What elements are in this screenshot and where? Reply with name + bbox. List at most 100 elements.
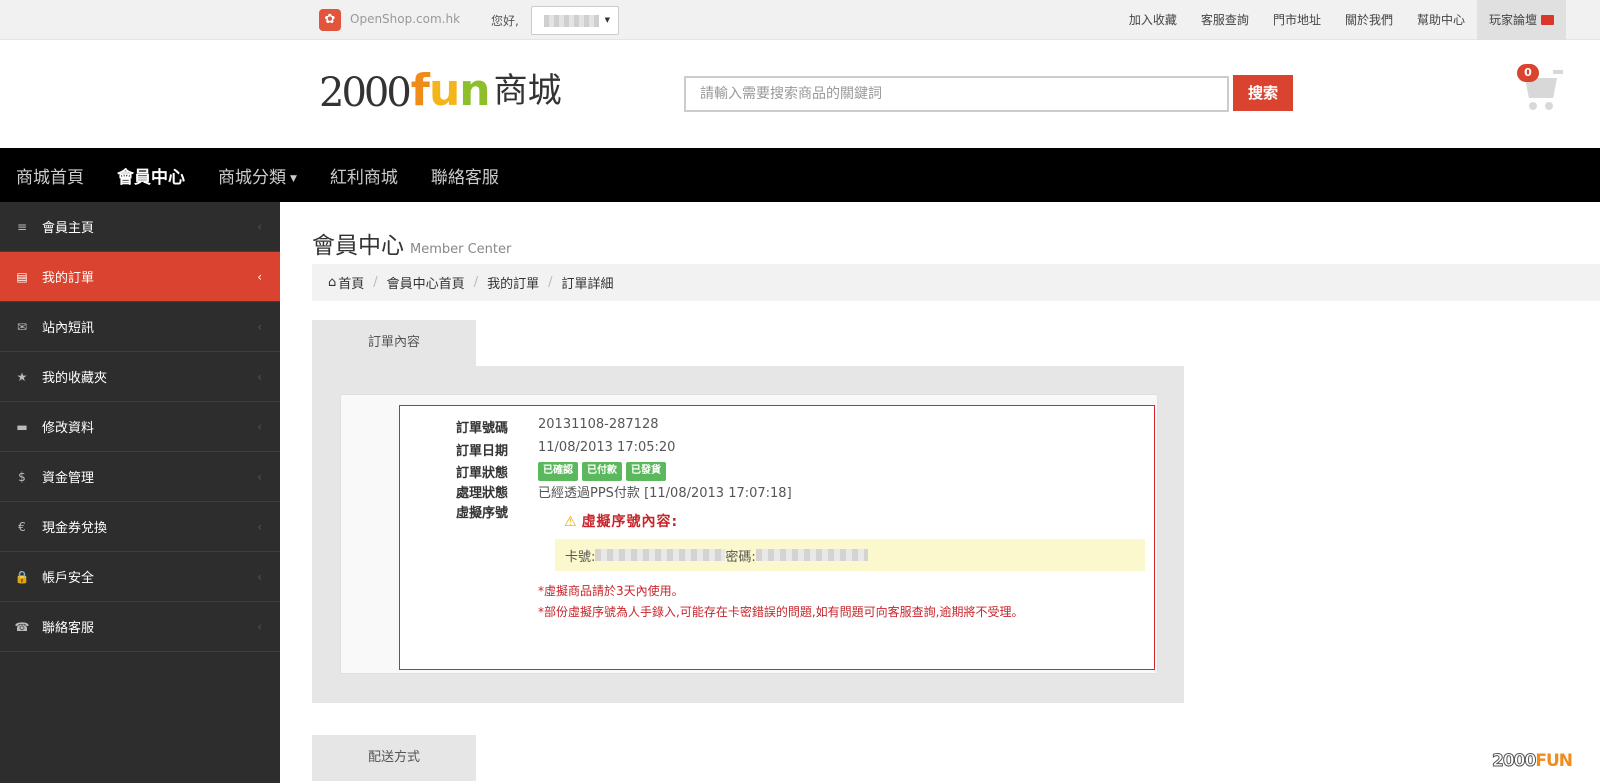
- cart-icon: [1553, 70, 1563, 74]
- customer-service-link[interactable]: 客服查詢: [1189, 0, 1261, 40]
- sidebar-item-messages[interactable]: ✉ 站內短訊 ‹: [0, 302, 280, 352]
- breadcrumb-separator: /: [473, 275, 479, 290]
- about-us-link[interactable]: 關於我們: [1333, 0, 1405, 40]
- page-title: 會員中心 Member Center: [312, 226, 511, 260]
- order-inner: 訂單號碼 20131108-287128 訂單日期 11/08/2013 17:…: [340, 394, 1158, 674]
- serial-row: 虛擬序號: [456, 502, 526, 521]
- warning-icon: ⚠: [564, 514, 578, 530]
- order-date-label: 訂單日期: [456, 444, 509, 459]
- watermark-word: FUN: [1535, 751, 1573, 771]
- cart-wheel: [1545, 102, 1553, 110]
- status-badge: 已確認: [538, 462, 578, 481]
- chevron-left-icon: ‹: [257, 469, 262, 484]
- order-number-label: 訂單號碼: [456, 421, 509, 436]
- store-address-link[interactable]: 門市地址: [1261, 0, 1333, 40]
- openshop-link[interactable]: OpenShop.com.hk: [350, 12, 460, 26]
- sidebar-item-vouchers[interactable]: € 現金券兌換 ‹: [0, 502, 280, 552]
- process-status-value: 已經透過PPS付款 [11/08/2013 17:07:18]: [538, 486, 792, 501]
- dollar-icon: $: [18, 469, 26, 484]
- add-favorite-link[interactable]: 加入收藏: [1117, 0, 1189, 40]
- search-input[interactable]: 請輸入需要搜索商品的關鍵詞: [684, 76, 1229, 112]
- order-date-row: 訂單日期 11/08/2013 17:05:20: [456, 440, 675, 459]
- order-number-row: 訂單號碼 20131108-287128: [456, 417, 659, 436]
- logo-letter-u: u: [428, 65, 460, 116]
- sidebar-item-security[interactable]: 🔒 帳戶安全 ‹: [0, 552, 280, 602]
- order-panel: 訂單號碼 20131108-287128 訂單日期 11/08/2013 17:…: [312, 366, 1184, 703]
- breadcrumb-home[interactable]: 首頁: [338, 273, 364, 292]
- serial-title-text: 虛擬序號內容:: [581, 514, 679, 530]
- chevron-left-icon: ‹: [257, 519, 262, 534]
- sidebar-item-label: 帳戶安全: [42, 571, 95, 586]
- sidebar-item-contact[interactable]: ☎ 聯絡客服 ‹: [0, 602, 280, 652]
- nav-bonus-mall[interactable]: 紅利商城: [330, 163, 398, 188]
- process-status-row: 處理狀態 已經透過PPS付款 [11/08/2013 17:07:18]: [456, 482, 792, 501]
- sidebar-item-favorites[interactable]: ★ 我的收藏夾 ‹: [0, 352, 280, 402]
- breadcrumb-separator: /: [548, 275, 553, 290]
- process-status-label: 處理狀態: [456, 486, 509, 501]
- help-center-link[interactable]: 幫助中心: [1405, 0, 1477, 40]
- sidebar-item-label: 我的收藏夾: [42, 371, 108, 386]
- search-button[interactable]: 搜索: [1233, 75, 1293, 111]
- sidebar-item-label: 我的訂單: [42, 271, 95, 286]
- chevron-left-icon: ‹: [257, 319, 262, 334]
- nav-categories[interactable]: 商城分類 ▼: [218, 163, 297, 188]
- sidebar-item-funds[interactable]: $ 資金管理 ‹: [0, 452, 280, 502]
- forum-link[interactable]: 玩家論壇: [1476, 0, 1566, 40]
- serial-content-title: ⚠ 虛擬序號內容:: [564, 511, 678, 531]
- card-number-label: 卡號:: [565, 549, 596, 565]
- menu-icon: ≡: [16, 219, 28, 234]
- tab-order-content[interactable]: 訂單內容: [312, 320, 476, 366]
- nav-member-center[interactable]: 會員中心: [117, 163, 185, 188]
- openshop-logo-icon[interactable]: ✿: [319, 9, 341, 31]
- nav-home[interactable]: 商城首頁: [16, 163, 84, 188]
- sidebar-item-member-home[interactable]: ≡ 會員主頁 ‹: [0, 202, 280, 252]
- sidebar-item-my-orders[interactable]: ▤ 我的訂單 ‹: [0, 252, 280, 302]
- breadcrumb-order-detail: 訂單詳細: [561, 277, 614, 292]
- password-blurred: [755, 549, 868, 561]
- chevron-down-icon: ▼: [604, 16, 610, 24]
- main-nav: 商城首頁 會員中心 商城分類 ▼ 紅利商城 聯絡客服: [0, 148, 1600, 202]
- top-links: 加入收藏 客服查詢 門市地址 關於我們 幫助中心 玩家論壇: [1117, 0, 1600, 40]
- nav-contact[interactable]: 聯絡客服: [431, 163, 499, 188]
- breadcrumb-separator: /: [373, 275, 378, 290]
- sidebar-item-label: 站內短訊: [42, 321, 95, 336]
- chevron-left-icon: ‹: [257, 619, 262, 634]
- chevron-left-icon: ‹: [257, 369, 262, 384]
- breadcrumb-my-orders[interactable]: 我的訂單: [487, 273, 539, 292]
- sidebar-item-label: 修改資料: [42, 421, 95, 436]
- top-bar: ✿ OpenShop.com.hk 您好, ▼ 加入收藏 客服查詢 門市地址 關…: [0, 0, 1600, 40]
- tab-shipping[interactable]: 配送方式: [312, 735, 476, 781]
- sidebar-item-label: 會員主頁: [42, 221, 95, 236]
- username-blurred: [544, 15, 599, 27]
- user-dropdown[interactable]: ▼: [531, 6, 619, 35]
- serial-key-box: 卡號: 密碼:: [555, 539, 1145, 571]
- note-use-within: *虛擬商品請於3天內使用。: [538, 584, 684, 598]
- lock-icon: 🔒: [14, 569, 30, 584]
- logo-letter-n: n: [459, 65, 490, 116]
- chevron-left-icon: ‹: [257, 419, 262, 434]
- breadcrumb-member-center[interactable]: 會員中心首頁: [387, 273, 465, 292]
- watermark-number: 2000: [1491, 751, 1536, 772]
- sidebar: ≡ 會員主頁 ‹ ▤ 我的訂單 ‹ ✉ 站內短訊 ‹ ★ 我的收藏夾 ‹ ▬ 修…: [0, 202, 280, 783]
- logo-letter-f: f: [410, 65, 430, 116]
- cart-button[interactable]: 0: [1517, 62, 1565, 114]
- note-manual-entry: *部份虛擬序號為人手錄入,可能存在卡密錯誤的問題,如有問題可向客服查詢,逾期將不…: [538, 605, 1024, 619]
- page-subtitle: Member Center: [410, 242, 512, 257]
- card-number-blurred: [595, 549, 726, 561]
- home-icon: ⌂: [328, 275, 337, 290]
- nav-categories-label: 商城分類: [218, 167, 286, 188]
- status-badges: 已確認 已付款 已發貨: [538, 462, 666, 481]
- status-badge: 已付款: [582, 462, 622, 481]
- order-detail-box: 訂單號碼 20131108-287128 訂單日期 11/08/2013 17:…: [399, 405, 1155, 670]
- order-date-value: 11/08/2013 17:05:20: [538, 440, 676, 455]
- star-icon: ★: [16, 369, 28, 384]
- chevron-left-icon: ‹: [257, 269, 262, 284]
- logo-number: 2000: [319, 70, 412, 116]
- serial-label: 虛擬序號: [456, 506, 509, 521]
- sidebar-item-label: 現金券兌換: [42, 521, 108, 536]
- greeting-text: 您好,: [491, 14, 519, 28]
- site-logo[interactable]: 2000 fun 商城: [319, 60, 562, 116]
- sidebar-item-edit-profile[interactable]: ▬ 修改資料 ‹: [0, 402, 280, 452]
- logo-mall: 商城: [493, 71, 562, 111]
- order-number-value: 20131108-287128: [538, 417, 659, 432]
